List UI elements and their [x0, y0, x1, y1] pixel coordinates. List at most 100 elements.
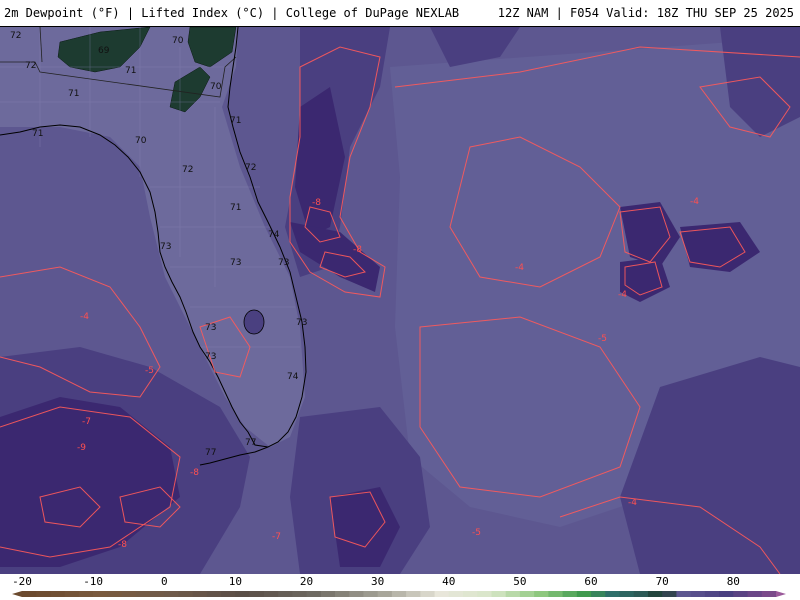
dewpoint-label: 72 — [10, 31, 21, 41]
colorbar-swatch — [406, 591, 421, 597]
lifted-index-label: -5 — [598, 334, 607, 344]
colorbar-swatch — [377, 591, 393, 597]
lifted-index-label: -4 — [618, 290, 627, 300]
dewpoint-label: 70 — [135, 136, 147, 146]
dewpoint-label: 73 — [230, 258, 241, 268]
colorbar-swatch — [548, 591, 564, 597]
lifted-index-label: -8 — [312, 198, 321, 208]
dewpoint-label: 71 — [32, 129, 43, 139]
colorbar-tick-label: 60 — [584, 575, 597, 588]
colorbar-swatch — [576, 591, 592, 597]
weather-map: 72 72 69 70 72 71 71 71 70 71 70 72 72 7… — [0, 27, 800, 574]
lifted-index-label: -5 — [472, 528, 481, 538]
colorbar-swatch — [733, 591, 749, 597]
dewpoint-label: 74 — [268, 230, 280, 240]
colorbar-tick-label: 30 — [371, 575, 384, 588]
colorbar-swatch — [562, 591, 578, 597]
dewpoint-label: 71 — [68, 89, 79, 99]
colorbar-swatch — [50, 591, 66, 597]
product-title: 2m Dewpoint (°F) | Lifted Index (°C) | C… — [4, 6, 460, 20]
colorbar-swatch — [633, 591, 649, 597]
colorbar-swatch — [263, 591, 279, 597]
colorbar-swatch — [221, 591, 236, 597]
lifted-index-label: -5 — [145, 366, 154, 376]
colorbar-swatch — [107, 591, 123, 597]
colorbar-swatch — [761, 591, 777, 597]
dewpoint-label: 71 — [230, 116, 241, 126]
dewpoint-label: 71 — [230, 203, 241, 213]
colorbar-swatch — [704, 591, 720, 597]
colorbar-tick-labels: -20 -10 0 10 20 30 40 50 60 70 80 — [12, 575, 740, 588]
dewpoint-label: 72 — [78, 27, 89, 28]
dewpoint-label: 70 — [172, 36, 184, 46]
colorbar-swatch — [192, 591, 208, 597]
lifted-index-label: -4 — [690, 197, 699, 207]
colorbar-tick-label: 50 — [513, 575, 526, 588]
colorbar-swatch — [491, 591, 507, 597]
colorbar-swatch — [121, 591, 137, 597]
colorbar-tick-label: 10 — [229, 575, 242, 588]
dewpoint-label: 73 — [205, 323, 216, 333]
lifted-index-label: -8 — [353, 245, 362, 255]
colorbar-swatch — [591, 591, 606, 597]
lifted-index-label: -4 — [80, 312, 89, 322]
colorbar-swatch — [349, 591, 364, 597]
colorbar-right-arrow — [776, 591, 786, 597]
colorbar-swatch — [690, 591, 706, 597]
colorbar-swatch — [363, 591, 379, 597]
colorbar-swatch — [534, 591, 549, 597]
colorbar-swatch — [78, 591, 94, 597]
dewpoint-label: 69 — [98, 46, 110, 56]
dewpoint-label: 72 — [182, 165, 193, 175]
colorbar-swatch — [206, 591, 222, 597]
header-bar: 2m Dewpoint (°F) | Lifted Index (°C) | C… — [0, 0, 800, 27]
colorbar-swatch — [448, 591, 464, 597]
colorbar-tick-label: 40 — [442, 575, 455, 588]
colorbar-swatch — [278, 591, 293, 597]
lifted-index-label: -8 — [118, 540, 127, 550]
colorbar-swatch — [150, 591, 165, 597]
colorbar-swatch — [334, 591, 350, 597]
colorbar-swatch — [22, 591, 37, 597]
colorbar-swatch — [747, 591, 763, 597]
colorbar-swatch — [93, 591, 108, 597]
colorbar-swatch — [292, 591, 308, 597]
model-valid-time: 12Z NAM | F054 Valid: 18Z THU SEP 25 202… — [497, 6, 794, 20]
lifted-index-label: -9 — [77, 443, 86, 453]
dewpoint-label: 74 — [287, 372, 299, 382]
colorbar-tick-label: -10 — [83, 575, 103, 588]
colorbar-swatch — [64, 591, 80, 597]
colorbar-swatch — [719, 591, 734, 597]
colorbar-swatch — [662, 591, 677, 597]
map-figure: 2m Dewpoint (°F) | Lifted Index (°C) | C… — [0, 0, 800, 600]
lifted-index-label: -8 — [190, 468, 199, 478]
dewpoint-label: 70 — [210, 82, 222, 92]
colorbar-swatch — [676, 591, 692, 597]
dewpoint-label: 73 — [296, 318, 307, 328]
lake-okeechobee — [243, 309, 265, 335]
colorbar-swatch — [249, 591, 265, 597]
dewpoint-label: 77 — [205, 448, 216, 458]
colorbar-left-arrow — [12, 591, 22, 597]
colorbar-swatch — [235, 591, 251, 597]
colorbar-swatch — [178, 591, 194, 597]
colorbar-swatch — [306, 591, 322, 597]
lifted-index-label: -7 — [272, 532, 281, 542]
colorbar-swatch — [135, 591, 151, 597]
colorbar-swatch — [320, 591, 336, 597]
dewpoint-label: 73 — [205, 352, 216, 362]
colorbar-swatch — [505, 591, 521, 597]
colorbar-swatches — [12, 591, 786, 597]
colorbar-swatch — [434, 591, 450, 597]
dewpoint-label: 73 — [278, 258, 289, 268]
colorbar-swatch — [605, 591, 621, 597]
colorbar-swatch — [164, 591, 179, 597]
dewpoint-colorbar: -20 -10 0 10 20 30 40 50 60 70 80 — [0, 574, 800, 600]
colorbar-tick-label: 20 — [300, 575, 313, 588]
colorbar-swatch — [647, 591, 663, 597]
colorbar-swatch — [619, 591, 635, 597]
lifted-index-label: -4 — [515, 263, 524, 273]
lifted-index-label: -7 — [82, 417, 91, 427]
colorbar-tick-label: 70 — [656, 575, 669, 588]
lifted-index-label: -4 — [628, 498, 637, 508]
